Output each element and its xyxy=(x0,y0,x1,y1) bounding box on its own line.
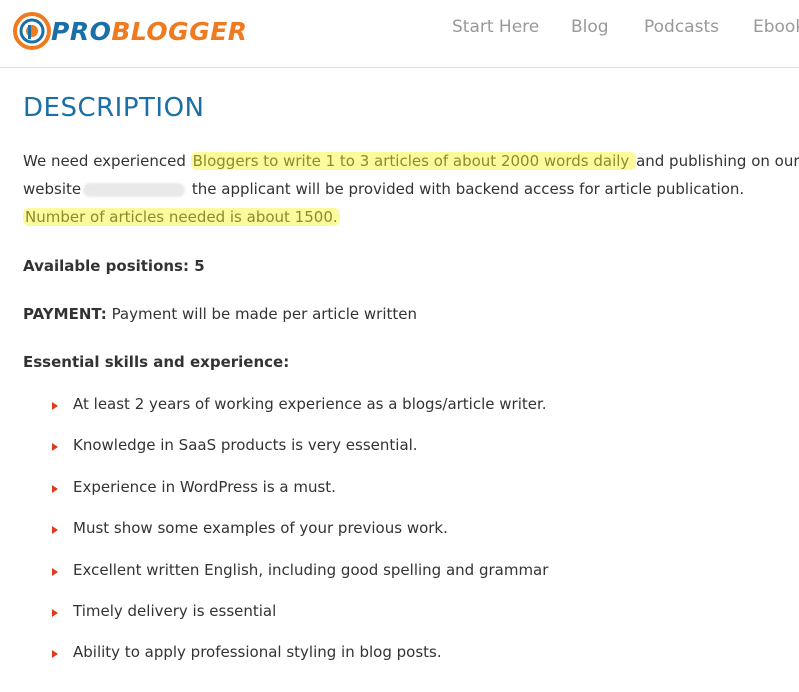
list-item: Must show some examples of your previous… xyxy=(48,517,548,558)
skill-text: At least 2 years of working experience a… xyxy=(73,395,547,413)
skill-text: Must show some examples of your previous… xyxy=(73,519,448,538)
list-item: Timely delivery is essential xyxy=(48,600,548,641)
available-positions: Available positions: 5 xyxy=(23,257,205,275)
bullet-arrow-icon xyxy=(52,484,58,493)
nav-blog[interactable]: Blog xyxy=(571,17,609,37)
payment-label: PAYMENT: xyxy=(23,305,107,323)
intro-paragraph: We need experienced Bloggers to write 1 … xyxy=(23,147,799,231)
nav-ebook[interactable]: Ebook xyxy=(753,17,799,37)
highlighted-article-count: Number of articles needed is about 1500. xyxy=(23,208,340,226)
skills-list: At least 2 years of working experience a… xyxy=(48,393,548,683)
skill-text: Experience in WordPress is a must. xyxy=(73,477,336,496)
blurred-website-url xyxy=(83,182,186,197)
skill-text: Ability to apply professional styling in… xyxy=(73,643,442,662)
bullet-arrow-icon xyxy=(52,567,58,576)
list-item: At least 2 years of working experience a… xyxy=(48,393,548,434)
intro-text-1: We need experienced xyxy=(23,152,191,170)
bullet-arrow-icon xyxy=(52,443,58,452)
payment-text: Payment will be made per article written xyxy=(106,305,417,323)
highlighted-requirement: Bloggers to write 1 to 3 articles of abo… xyxy=(190,152,637,170)
job-description: DESCRIPTION We need experienced Bloggers… xyxy=(23,93,799,661)
intro-text-3: the applicant will be provided with back… xyxy=(187,180,745,198)
page-title: DESCRIPTION xyxy=(23,93,205,123)
skills-heading: Essential skills and experience: xyxy=(23,353,290,371)
skill-text: Knowledge in SaaS products is very essen… xyxy=(73,436,418,455)
bullet-arrow-icon xyxy=(52,650,58,659)
main-nav: Start Here Blog Podcasts Ebook xyxy=(0,17,799,41)
nav-podcasts[interactable]: Podcasts xyxy=(644,17,719,37)
bullet-arrow-icon xyxy=(52,402,58,410)
site-header: PROBLOGGER Start Here Blog Podcasts Eboo… xyxy=(0,0,799,68)
list-item: Experience in WordPress is a must. xyxy=(48,476,548,517)
list-item: Knowledge in SaaS products is very essen… xyxy=(48,434,548,475)
payment-info: PAYMENT: Payment will be made per articl… xyxy=(23,300,799,328)
list-item: Ability to apply professional styling in… xyxy=(48,641,548,682)
bullet-arrow-icon xyxy=(52,526,58,535)
nav-start-here[interactable]: Start Here xyxy=(452,17,539,37)
bullet-arrow-icon xyxy=(52,608,58,617)
skill-text: Excellent written English, including goo… xyxy=(73,560,549,579)
list-item: Excellent written English, including goo… xyxy=(48,559,548,600)
skill-text: Timely delivery is essential xyxy=(73,601,277,620)
